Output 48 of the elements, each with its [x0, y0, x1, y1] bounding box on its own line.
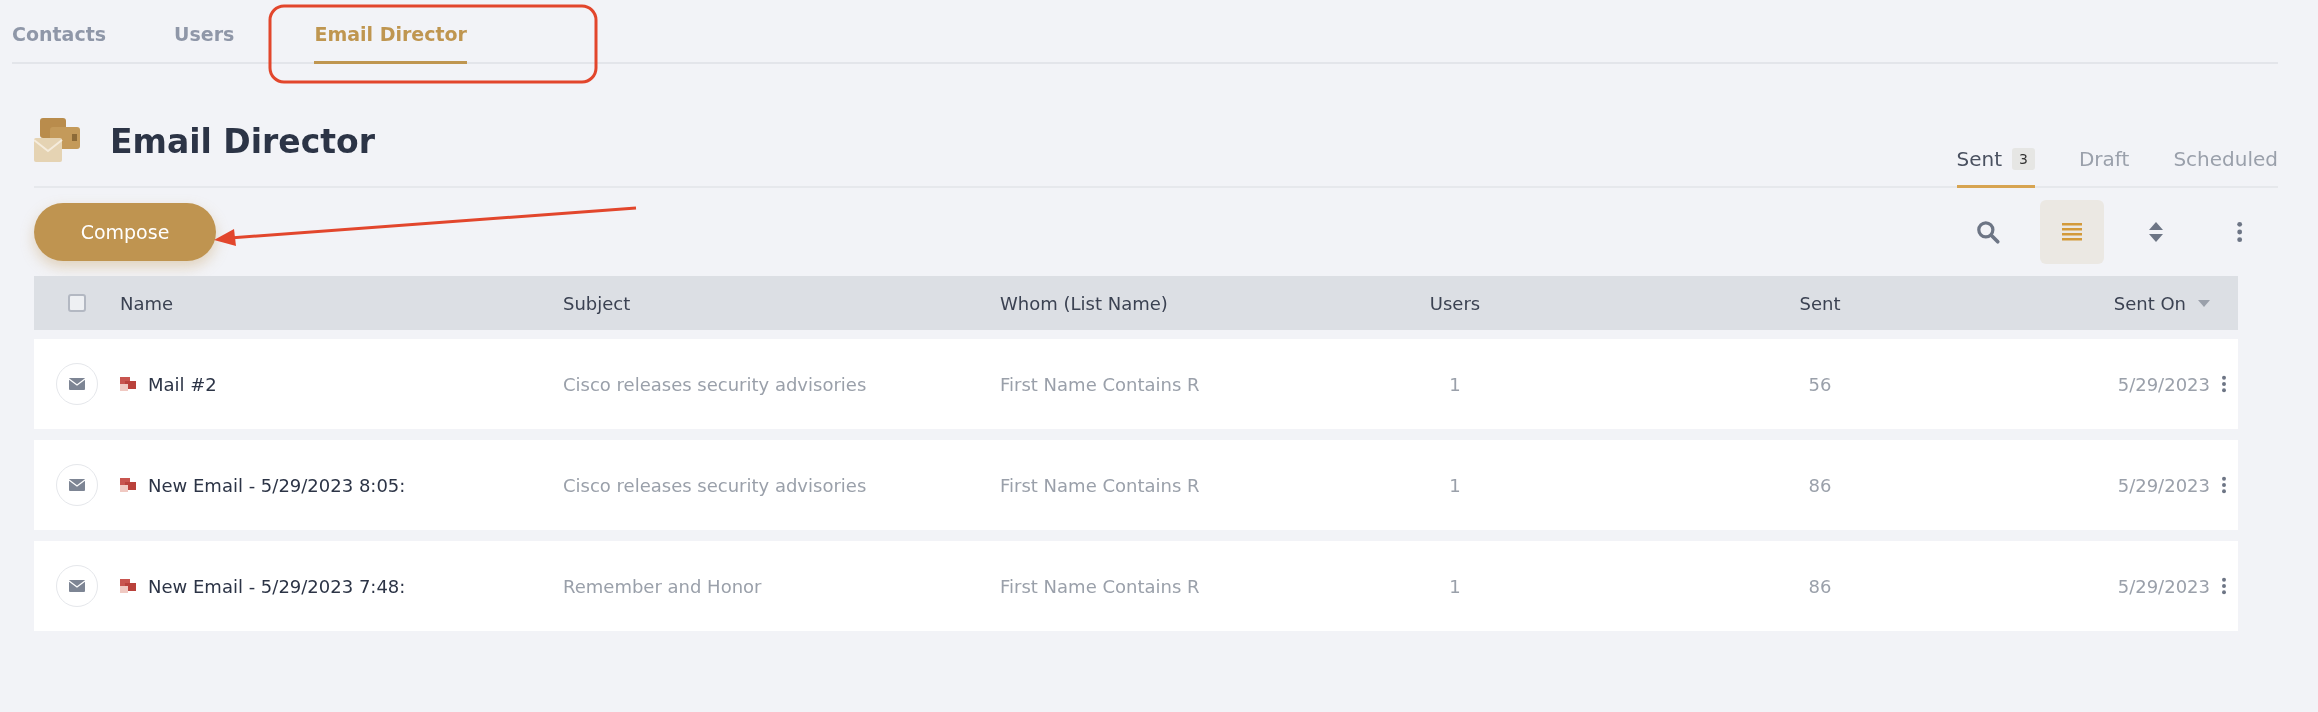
users-cell-text: 1 — [1448, 373, 1462, 395]
sent-cell-text: 86 — [1807, 474, 1833, 496]
tab-label: Sent — [1956, 147, 2003, 171]
envelope-icon — [69, 580, 85, 592]
email-name[interactable]: New Email - 5/29/2023 8:05: — [148, 474, 406, 496]
tab-label: Draft — [2078, 147, 2130, 171]
more-icon — [2221, 476, 2227, 494]
status-tab[interactable]: Sent 3 — [1956, 147, 2035, 188]
sent-cell-text: 86 — [1807, 575, 1833, 597]
column-header[interactable]: Sent — [1799, 292, 1841, 314]
more-icon — [2236, 221, 2244, 243]
envelopes-icon — [34, 118, 82, 164]
column-header[interactable]: Whom (List Name) — [1000, 292, 1168, 314]
sent-on-cell-text: 5/29/2023 — [2116, 474, 2210, 496]
more-icon — [2221, 375, 2227, 393]
column-header[interactable]: Name — [120, 292, 174, 314]
envelope-icon — [69, 479, 85, 491]
mail-icon — [120, 377, 136, 391]
sent-on-cell-text: 5/29/2023 — [2116, 575, 2210, 597]
column-header[interactable]: Subject — [563, 292, 631, 314]
sent-cell-text: 56 — [1807, 373, 1833, 395]
select-all-checkbox[interactable] — [68, 294, 86, 312]
users-cell-text: 1 — [1448, 474, 1462, 496]
email-name[interactable]: New Email - 5/29/2023 7:48: — [148, 575, 406, 597]
table-row[interactable]: New Email - 5/29/2023 8:05: Cisco releases security advisories First Name Contains R 1 86 5/29/2023 — [34, 440, 2238, 530]
table-row[interactable]: Mail #2 Cisco releases security advisories First Name Contains R 1 56 5/29/2023 — [34, 339, 2238, 429]
envelope-icon — [69, 378, 85, 390]
list-icon — [2061, 221, 2083, 243]
search-icon — [1975, 219, 2001, 245]
sort-icon — [2148, 221, 2164, 243]
list-name-cell-text: First Name Contains R — [1000, 575, 1201, 597]
mail-icon — [120, 579, 136, 593]
subject-cell-text: Remember and Honor — [563, 575, 763, 597]
subject-cell-text: Cisco releases security advisories — [563, 474, 868, 496]
column-header[interactable]: Sent On — [2113, 292, 2186, 314]
count-badge: 3 — [2012, 148, 2035, 170]
list-name-cell-text: First Name Contains R — [1000, 474, 1201, 496]
list-name-cell-text: First Name Contains R — [1000, 373, 1201, 395]
tab-label: Scheduled — [2173, 147, 2278, 171]
column-header[interactable]: Users — [1429, 292, 1481, 314]
subject-cell-text: Cisco releases security advisories — [563, 373, 868, 395]
email-name[interactable]: Mail #2 — [148, 373, 217, 395]
page-title: Email Director — [110, 121, 375, 161]
mail-icon — [120, 478, 136, 492]
users-cell-text: 1 — [1448, 575, 1462, 597]
sent-on-cell-text: 5/29/2023 — [2116, 373, 2210, 395]
more-icon — [2221, 577, 2227, 595]
table-row[interactable]: New Email - 5/29/2023 7:48: Remember and Honor First Name Contains R 1 86 5/29/2023 — [34, 541, 2238, 631]
